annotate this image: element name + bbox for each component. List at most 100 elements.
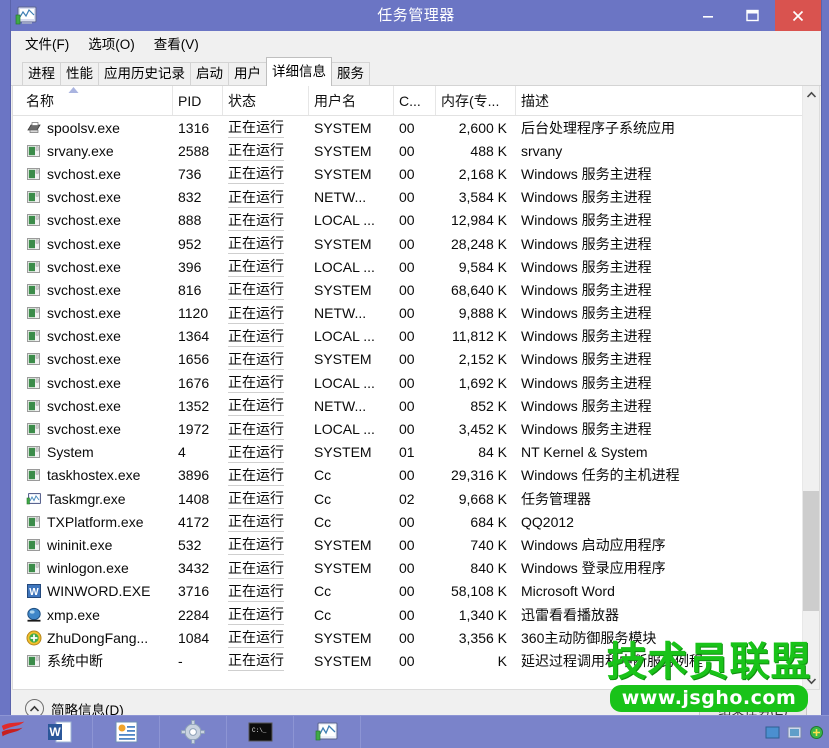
cell-pid: 1316 [173, 120, 223, 136]
taskbar-start-button[interactable] [0, 716, 26, 748]
pid-label: 888 [178, 212, 201, 228]
cell-name: svchost.exe [21, 236, 173, 252]
taskbar-item-command-prompt[interactable]: C:\_ [227, 716, 294, 748]
table-row[interactable]: svchost.exe1972正在运行LOCAL ...003,452 KWin… [13, 417, 819, 440]
table-row[interactable]: svchost.exe832正在运行NETW...003,584 KWindow… [13, 186, 819, 209]
scroll-up-button[interactable] [803, 86, 820, 103]
cpu-label: 00 [399, 259, 415, 275]
cell-user: Cc [309, 491, 394, 507]
pid-label: 952 [178, 236, 201, 252]
menu-item-view[interactable]: 查看(V) [150, 31, 208, 56]
description-label: Windows 服务主进程 [521, 257, 652, 277]
status-label: 正在运行 [228, 372, 284, 393]
cell-cpu: 00 [394, 514, 436, 530]
cell-description: 360主动防御服务模块 [516, 628, 786, 648]
cell-description: Windows 服务主进程 [516, 373, 786, 393]
cell-status: 正在运行 [223, 256, 309, 277]
cell-description: Windows 服务主进程 [516, 419, 786, 439]
taskbar-item-document-viewer[interactable] [93, 716, 160, 748]
cell-name: svchost.exe [21, 398, 173, 414]
table-row[interactable]: srvany.exe2588正在运行SYSTEM00488 Ksrvany [13, 139, 819, 162]
table-row[interactable]: svchost.exe816正在运行SYSTEM0068,640 KWindow… [13, 278, 819, 301]
scroll-down-button[interactable] [803, 672, 820, 689]
taskbar-item-taskmgr[interactable] [294, 716, 361, 748]
table-row[interactable]: svchost.exe1120正在运行NETW...009,888 KWindo… [13, 302, 819, 325]
memory-label: 58,108 K [451, 583, 507, 599]
tray-green-icon[interactable] [808, 724, 825, 741]
tab-users[interactable]: 用户 [228, 62, 267, 85]
table-row[interactable]: svchost.exe888正在运行LOCAL ...0012,984 KWin… [13, 209, 819, 232]
table-row[interactable]: svchost.exe1352正在运行NETW...00852 KWindows… [13, 394, 819, 417]
user-label: SYSTEM [314, 537, 372, 553]
cpu-label: 00 [399, 607, 415, 623]
description-label: Windows 启动应用程序 [521, 535, 666, 555]
table-row[interactable]: xmp.exe2284正在运行Cc001,340 K迅雷看看播放器 [13, 603, 819, 626]
column-header-pid[interactable]: PID [173, 86, 223, 115]
cell-user: NETW... [309, 398, 394, 414]
memory-label: K [498, 653, 507, 669]
process-name-label: svchost.exe [47, 375, 121, 391]
cell-name: svchost.exe [21, 351, 173, 367]
cell-cpu: 00 [394, 630, 436, 646]
column-header-cpu[interactable]: C... [394, 86, 436, 115]
table-row[interactable]: ZhuDongFang...1084正在运行SYSTEM003,356 K360… [13, 626, 819, 649]
column-header-user[interactable]: 用户名 [309, 86, 394, 115]
status-label: 正在运行 [228, 534, 284, 555]
table-row[interactable]: 系统中断-正在运行SYSTEM00K延迟过程调用和中断服务例程 [13, 649, 819, 672]
cell-description: Windows 服务主进程 [516, 210, 786, 230]
memory-label: 84 K [478, 444, 507, 460]
cell-name: WWINWORD.EXE [21, 583, 173, 599]
process-name-label: svchost.exe [47, 328, 121, 344]
table-row[interactable]: TXPlatform.exe4172正在运行Cc00684 KQQ2012 [13, 510, 819, 533]
column-header-description[interactable]: 描述 [516, 86, 786, 115]
menu-item-file[interactable]: 文件(F) [21, 31, 78, 56]
cell-status: 正在运行 [223, 442, 309, 463]
tab-services[interactable]: 服务 [331, 62, 370, 85]
vertical-scrollbar[interactable] [802, 86, 819, 689]
column-header-memory[interactable]: 内存(专... [436, 86, 516, 115]
tab-performance[interactable]: 性能 [60, 62, 99, 85]
user-label: LOCAL ... [314, 375, 375, 391]
user-label: SYSTEM [314, 444, 372, 460]
tab-details[interactable]: 详细信息 [266, 57, 332, 86]
cpu-label: 00 [399, 375, 415, 391]
table-row[interactable]: winlogon.exe3432正在运行SYSTEM00840 KWindows… [13, 557, 819, 580]
column-header-status[interactable]: 状态 [223, 86, 309, 115]
table-row[interactable]: svchost.exe736正在运行SYSTEM002,168 KWindows… [13, 162, 819, 185]
column-header-name[interactable]: 名称 [21, 86, 173, 115]
table-row[interactable]: taskhostex.exe3896正在运行Cc0029,316 KWindow… [13, 464, 819, 487]
tab-startup[interactable]: 启动 [190, 62, 229, 85]
cell-memory: 68,640 K [436, 282, 516, 298]
table-row[interactable]: System4正在运行SYSTEM0184 KNT Kernel & Syste… [13, 441, 819, 464]
cell-cpu: 00 [394, 537, 436, 553]
scrollbar-thumb[interactable] [803, 491, 820, 611]
memory-label: 852 K [470, 398, 507, 414]
cell-user: NETW... [309, 305, 394, 321]
minimize-button[interactable] [685, 0, 730, 31]
status-label: 正在运行 [228, 140, 284, 161]
taskbar-item-settings[interactable] [160, 716, 227, 748]
table-row[interactable]: svchost.exe1364正在运行LOCAL ...0011,812 KWi… [13, 325, 819, 348]
menu-item-options[interactable]: 选项(O) [84, 31, 144, 56]
table-row[interactable]: spoolsv.exe1316正在运行SYSTEM002,600 K后台处理程序… [13, 116, 819, 139]
memory-label: 29,316 K [451, 467, 507, 483]
table-row[interactable]: svchost.exe1676正在运行LOCAL ...001,692 KWin… [13, 371, 819, 394]
table-row[interactable]: svchost.exe396正在运行LOCAL ...009,584 KWind… [13, 255, 819, 278]
tab-app-history[interactable]: 应用历史记录 [98, 62, 191, 85]
tray-teal-icon[interactable] [786, 724, 803, 741]
tab-processes[interactable]: 进程 [22, 62, 61, 85]
description-label: Windows 服务主进程 [521, 280, 652, 300]
pid-label: 1084 [178, 630, 209, 646]
tray-blue-icon[interactable] [764, 724, 781, 741]
table-row[interactable]: WWINWORD.EXE3716正在运行Cc0058,108 KMicrosof… [13, 580, 819, 603]
table-row[interactable]: svchost.exe1656正在运行SYSTEM002,152 KWindow… [13, 348, 819, 371]
close-button[interactable] [775, 0, 821, 31]
table-row[interactable]: Taskmgr.exe1408正在运行Cc029,668 K任务管理器 [13, 487, 819, 510]
maximize-button[interactable] [730, 0, 775, 31]
cell-memory: 3,452 K [436, 421, 516, 437]
taskbar-item-word[interactable]: W [26, 716, 93, 748]
cell-status: 正在运行 [223, 604, 309, 625]
process-name-label: svchost.exe [47, 305, 121, 321]
table-row[interactable]: svchost.exe952正在运行SYSTEM0028,248 KWindow… [13, 232, 819, 255]
table-row[interactable]: wininit.exe532正在运行SYSTEM00740 KWindows 启… [13, 533, 819, 556]
